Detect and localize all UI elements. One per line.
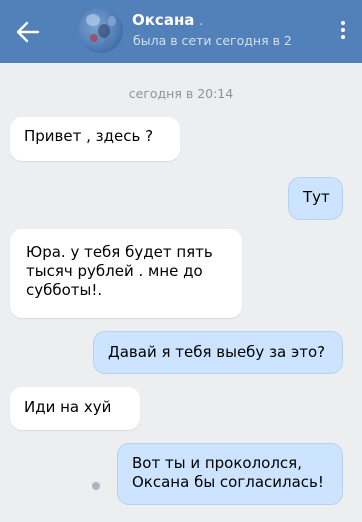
date-separator: сегодня в 20:14 xyxy=(128,86,234,101)
message-bubble-outgoing[interactable]: Вот ты и прокололся, Оксана бы согласила… xyxy=(117,443,343,505)
contact-name-suffix: . xyxy=(194,13,204,29)
more-menu-button[interactable] xyxy=(336,18,350,46)
contact-name-text: Оксана xyxy=(132,11,195,29)
message-text: Вот ты и прокололся, Оксана бы согласила… xyxy=(132,454,324,491)
contact-name[interactable]: Оксана . xyxy=(132,11,203,29)
unread-indicator xyxy=(92,482,100,490)
back-button[interactable] xyxy=(14,19,42,45)
message-bubble-incoming[interactable]: Привет , здесь ? xyxy=(10,117,180,161)
chat-header: Оксана . была в сети сегодня в 2 xyxy=(0,0,362,63)
contact-status: была в сети сегодня в 2 xyxy=(133,33,292,48)
message-bubble-outgoing[interactable]: Давай я тебя выебу за это? xyxy=(93,331,343,374)
message-bubble-incoming[interactable]: Юра. у тебя будет пять тысяч рублей . мн… xyxy=(10,229,242,318)
message-text: Тут xyxy=(303,188,330,206)
message-text: Давай я тебя выебу за это? xyxy=(108,343,326,361)
more-vertical-icon xyxy=(336,21,350,39)
message-text: Юра. у тебя будет пять тысяч рублей . мн… xyxy=(26,243,213,299)
message-bubble-incoming[interactable]: Иди на хуй xyxy=(10,387,140,430)
arrow-left-icon xyxy=(16,21,40,43)
message-text: Привет , здесь ? xyxy=(24,127,154,145)
message-bubble-outgoing[interactable]: Тут xyxy=(288,177,343,220)
message-text: Иди на хуй xyxy=(24,398,112,416)
contact-avatar[interactable] xyxy=(78,8,123,53)
